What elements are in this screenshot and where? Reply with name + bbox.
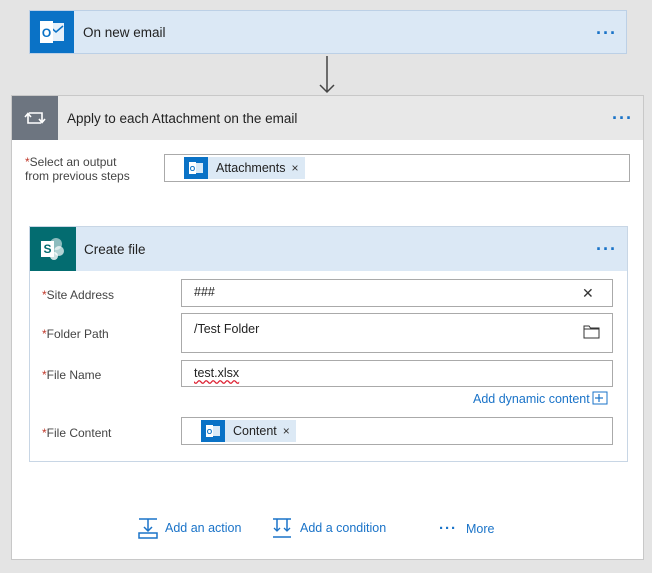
svg-text:O: O	[207, 429, 213, 436]
content-token-label: Content	[233, 424, 277, 438]
select-output-label: *Select an output from previous steps	[25, 155, 130, 183]
content-token[interactable]: O Content ×	[201, 420, 296, 442]
create-file-title: Create file	[84, 242, 146, 257]
add-dynamic-content-link[interactable]: Add dynamic content	[473, 392, 590, 406]
more-label: More	[466, 521, 495, 536]
apply-to-each-container: Apply to each Attachment on the email ··…	[11, 95, 644, 560]
site-address-label: *Site Address	[42, 288, 115, 302]
apply-to-each-header[interactable]: Apply to each Attachment on the email ··…	[12, 96, 643, 140]
trigger-title: On new email	[83, 25, 166, 40]
outlook-token-icon: O	[184, 157, 208, 179]
file-name-input[interactable]: test.xlsx	[181, 360, 613, 387]
folder-path-input[interactable]: /Test Folder	[181, 313, 613, 353]
more-dots-icon: ···	[439, 520, 457, 537]
add-action-icon	[138, 518, 158, 539]
svg-text:S: S	[43, 242, 51, 256]
sharepoint-icon: S	[30, 227, 76, 271]
create-file-menu-icon[interactable]: ···	[596, 240, 617, 258]
add-dynamic-content-icon[interactable]	[592, 391, 608, 405]
folder-icon[interactable]	[583, 324, 600, 339]
file-name-value: test.xlsx	[194, 366, 240, 380]
file-content-label: *File Content	[42, 426, 112, 440]
add-action-button[interactable]: Add an action	[138, 517, 241, 539]
trigger-menu-icon[interactable]: ···	[596, 24, 617, 42]
more-button[interactable]: ··· More	[439, 520, 494, 537]
add-condition-icon	[273, 518, 291, 538]
remove-token-icon[interactable]: ×	[283, 424, 296, 438]
trigger-card[interactable]: O On new email ···	[29, 10, 627, 54]
apply-to-each-menu-icon[interactable]: ···	[612, 109, 633, 127]
folder-path-label: *Folder Path	[42, 327, 109, 341]
file-name-label: *File Name	[42, 368, 102, 382]
select-output-input[interactable]: O Attachments ×	[164, 154, 630, 182]
file-content-input[interactable]: O Content ×	[181, 417, 613, 445]
add-condition-button[interactable]: Add a condition	[272, 517, 386, 539]
create-file-card: S Create file ··· *Site Address ### ✕ *F…	[29, 226, 628, 462]
create-file-header[interactable]: S Create file ···	[30, 227, 627, 271]
svg-text:O: O	[42, 26, 51, 40]
folder-path-value: /Test Folder	[194, 322, 260, 336]
outlook-icon: O	[30, 11, 74, 53]
add-condition-label: Add a condition	[300, 521, 387, 535]
outlook-token-icon: O	[201, 420, 225, 442]
attachments-token[interactable]: O Attachments ×	[184, 157, 305, 179]
site-address-input[interactable]: ### ✕	[181, 279, 613, 307]
clear-icon[interactable]: ✕	[582, 285, 594, 302]
svg-text:O: O	[190, 166, 196, 173]
down-arrow-icon	[319, 56, 335, 94]
loop-icon	[12, 96, 58, 140]
remove-token-icon[interactable]: ×	[291, 161, 304, 175]
add-action-label: Add an action	[165, 521, 242, 535]
apply-to-each-title: Apply to each Attachment on the email	[67, 111, 298, 126]
attachments-token-label: Attachments	[216, 161, 286, 175]
site-address-value: ###	[194, 285, 215, 299]
